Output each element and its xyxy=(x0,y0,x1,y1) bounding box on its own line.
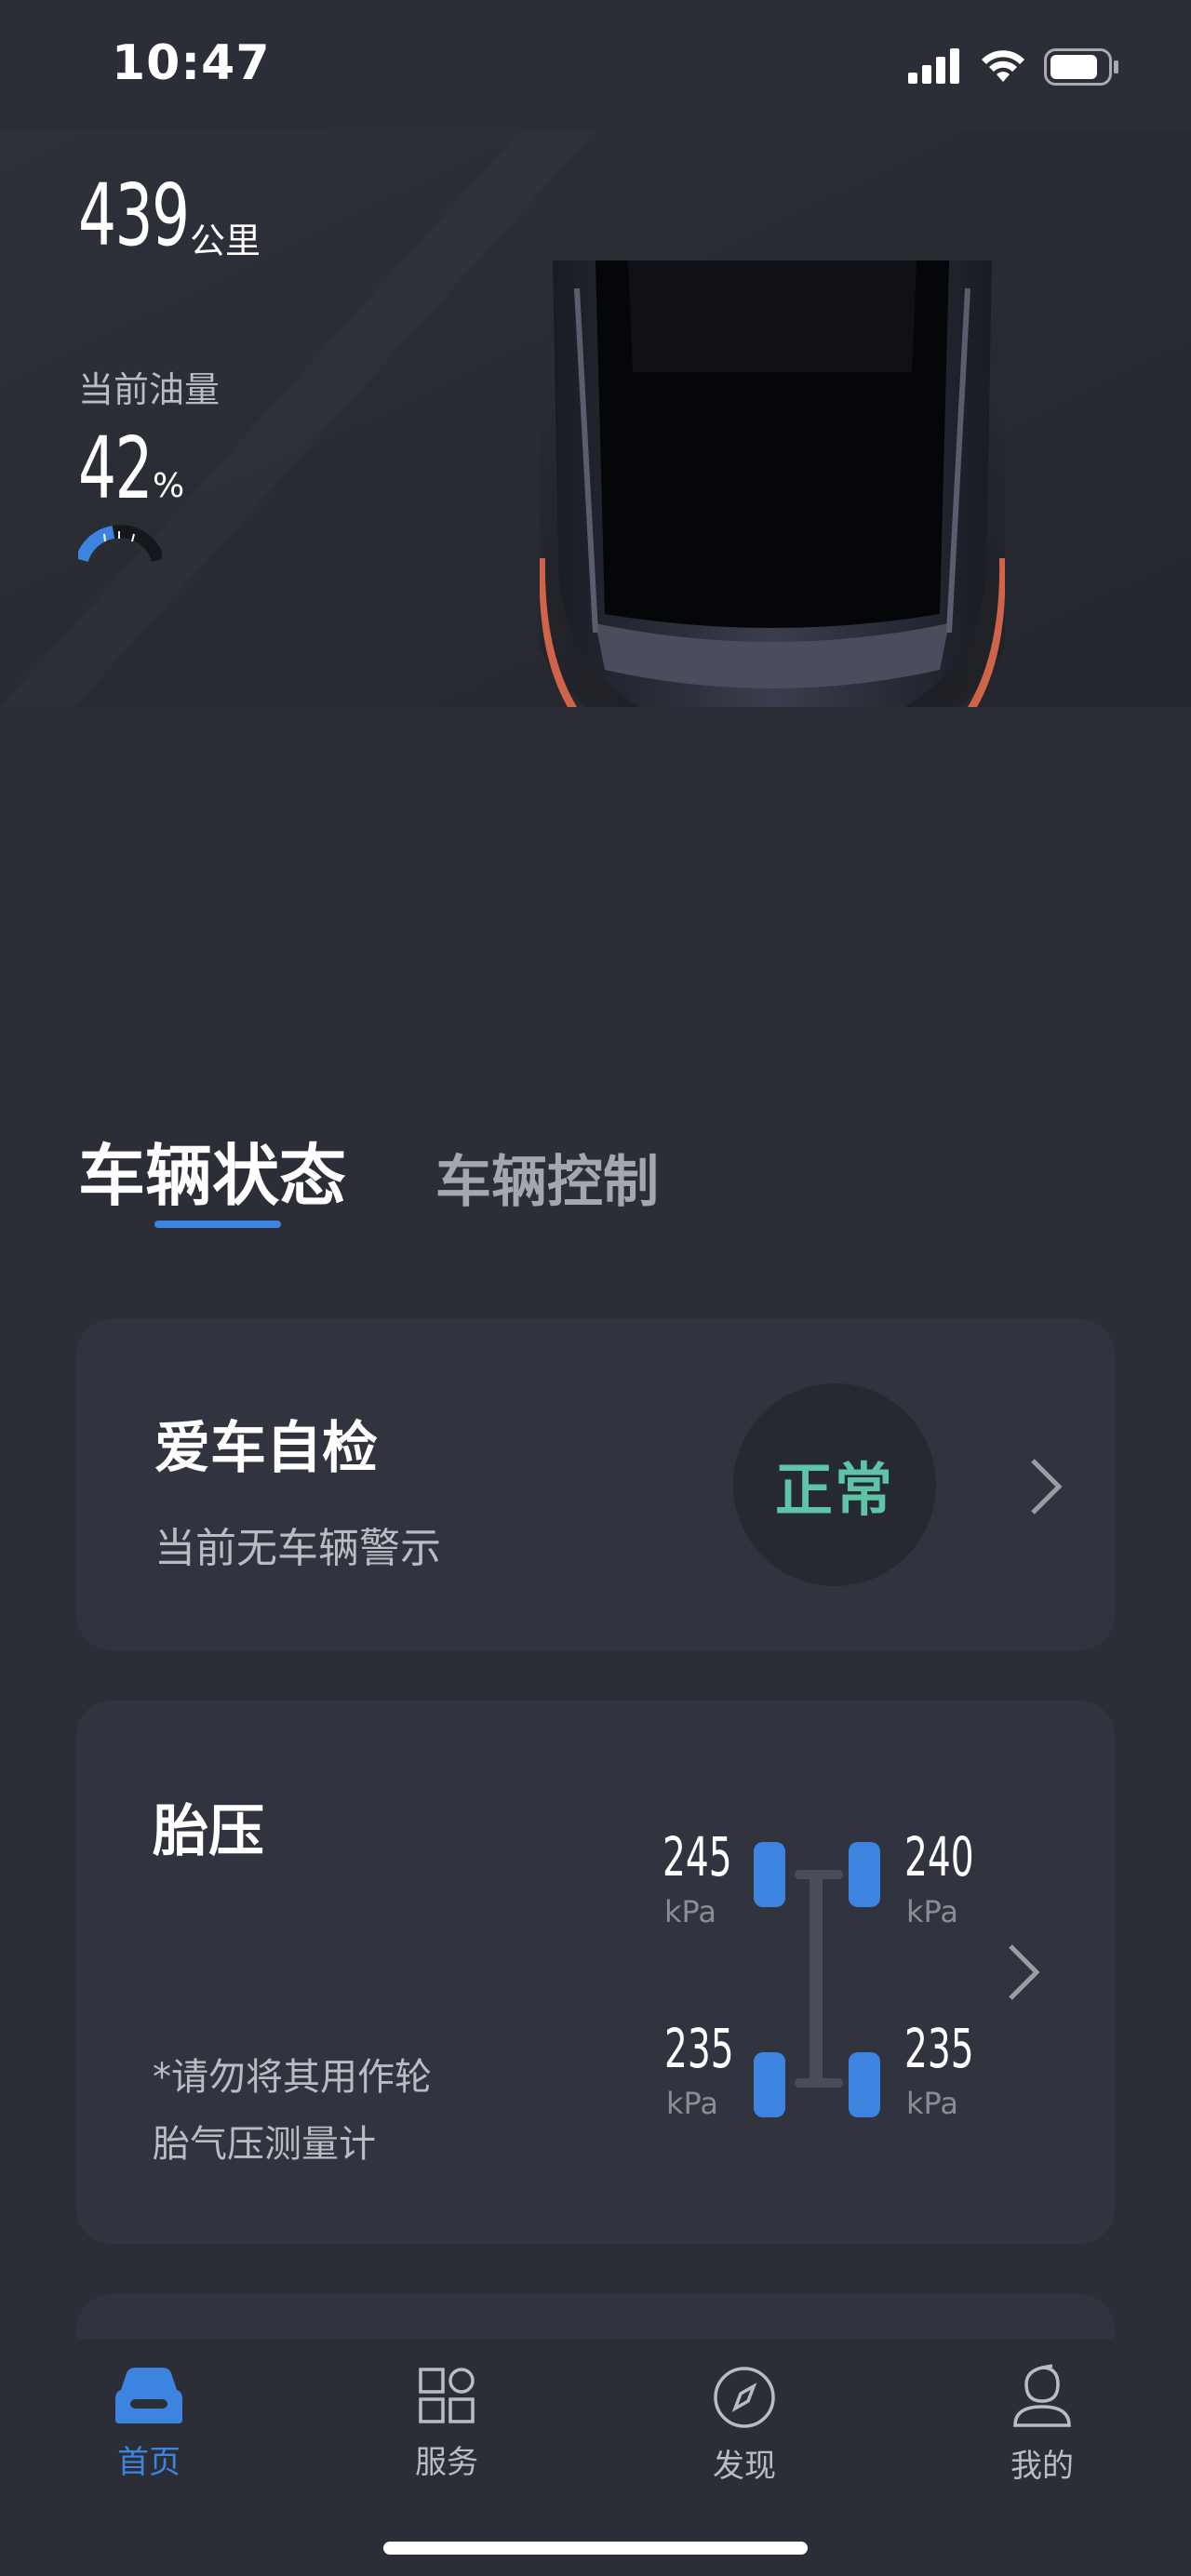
nav-item-me[interactable]: 我的 xyxy=(949,2364,1135,2486)
self-check-card[interactable] xyxy=(76,1319,1115,1650)
chevron-right-icon[interactable] xyxy=(1005,1942,1042,2002)
self-check-subtitle: 当前无车辆警示 xyxy=(154,1525,441,1572)
bottom-nav: 首页 服务 发现 我的 xyxy=(0,2340,1191,2576)
car-top-view-image xyxy=(540,260,1005,707)
tire-pressure-note-line1: *请勿将其用作轮 xyxy=(153,2056,432,2099)
car-icon xyxy=(115,2368,182,2423)
nav-label-discover: 发现 xyxy=(713,2448,776,2485)
nav-item-discover[interactable]: 发现 xyxy=(651,2366,837,2486)
front-left-pressure: 245 xyxy=(662,1825,732,1889)
front-left-unit: kPa xyxy=(664,1894,716,1929)
status-bar: 10:47 xyxy=(0,0,1191,130)
fuel-label: 当前油量 xyxy=(78,369,221,410)
rear-left-pressure: 235 xyxy=(664,2017,734,2080)
rear-left-wheel xyxy=(754,2052,785,2117)
rear-axle xyxy=(795,2078,843,2088)
fuel-unit: % xyxy=(153,467,185,505)
nav-label-services: 服务 xyxy=(415,2444,478,2481)
vehicle-hero: 439 公里 当前油量 42 % xyxy=(0,130,1191,707)
range-value: 439 xyxy=(78,166,190,265)
front-right-wheel xyxy=(849,1842,880,1907)
fuel-gauge xyxy=(78,525,162,563)
profile-icon xyxy=(1013,2364,1071,2427)
wifi-icon xyxy=(982,50,1024,82)
front-right-unit: kPa xyxy=(906,1894,958,1929)
rear-right-wheel xyxy=(849,2052,880,2117)
nav-item-services[interactable]: 服务 xyxy=(354,2366,540,2482)
battery-icon xyxy=(1044,48,1118,86)
drive-shaft xyxy=(810,1875,823,2086)
chevron-right-icon[interactable] xyxy=(1027,1457,1064,1516)
rear-left-unit: kPa xyxy=(666,2086,718,2121)
self-check-status: 正常 xyxy=(774,1456,894,1524)
compass-icon xyxy=(714,2367,775,2428)
tire-pressure-note-line2: 胎气压测量计 xyxy=(153,2123,376,2166)
self-check-status-badge: 正常 xyxy=(733,1383,936,1586)
tab-vehicle-status[interactable]: 车辆状态 xyxy=(78,1121,346,1219)
front-right-pressure: 240 xyxy=(904,1825,974,1889)
tire-pressure-title: 胎压 xyxy=(153,1799,264,1864)
status-time: 10:47 xyxy=(112,35,271,91)
rear-right-pressure: 235 xyxy=(904,2017,974,2080)
cellular-signal-icon xyxy=(908,48,959,84)
nav-label-home: 首页 xyxy=(117,2444,181,2481)
grid-icon xyxy=(419,2368,475,2423)
range-unit: 公里 xyxy=(190,220,261,261)
range-label-clipped xyxy=(56,130,223,140)
fuel-value: 42 xyxy=(78,419,154,518)
nav-label-me: 我的 xyxy=(1010,2448,1074,2485)
front-left-wheel xyxy=(754,1842,785,1907)
rear-right-unit: kPa xyxy=(906,2086,958,2121)
active-tab-indicator xyxy=(154,1221,281,1228)
self-check-title: 爱车自检 xyxy=(154,1416,378,1481)
nav-item-home[interactable]: 首页 xyxy=(56,2366,242,2482)
home-indicator xyxy=(383,2542,808,2555)
tab-vehicle-control[interactable]: 车辆控制 xyxy=(435,1137,659,1218)
